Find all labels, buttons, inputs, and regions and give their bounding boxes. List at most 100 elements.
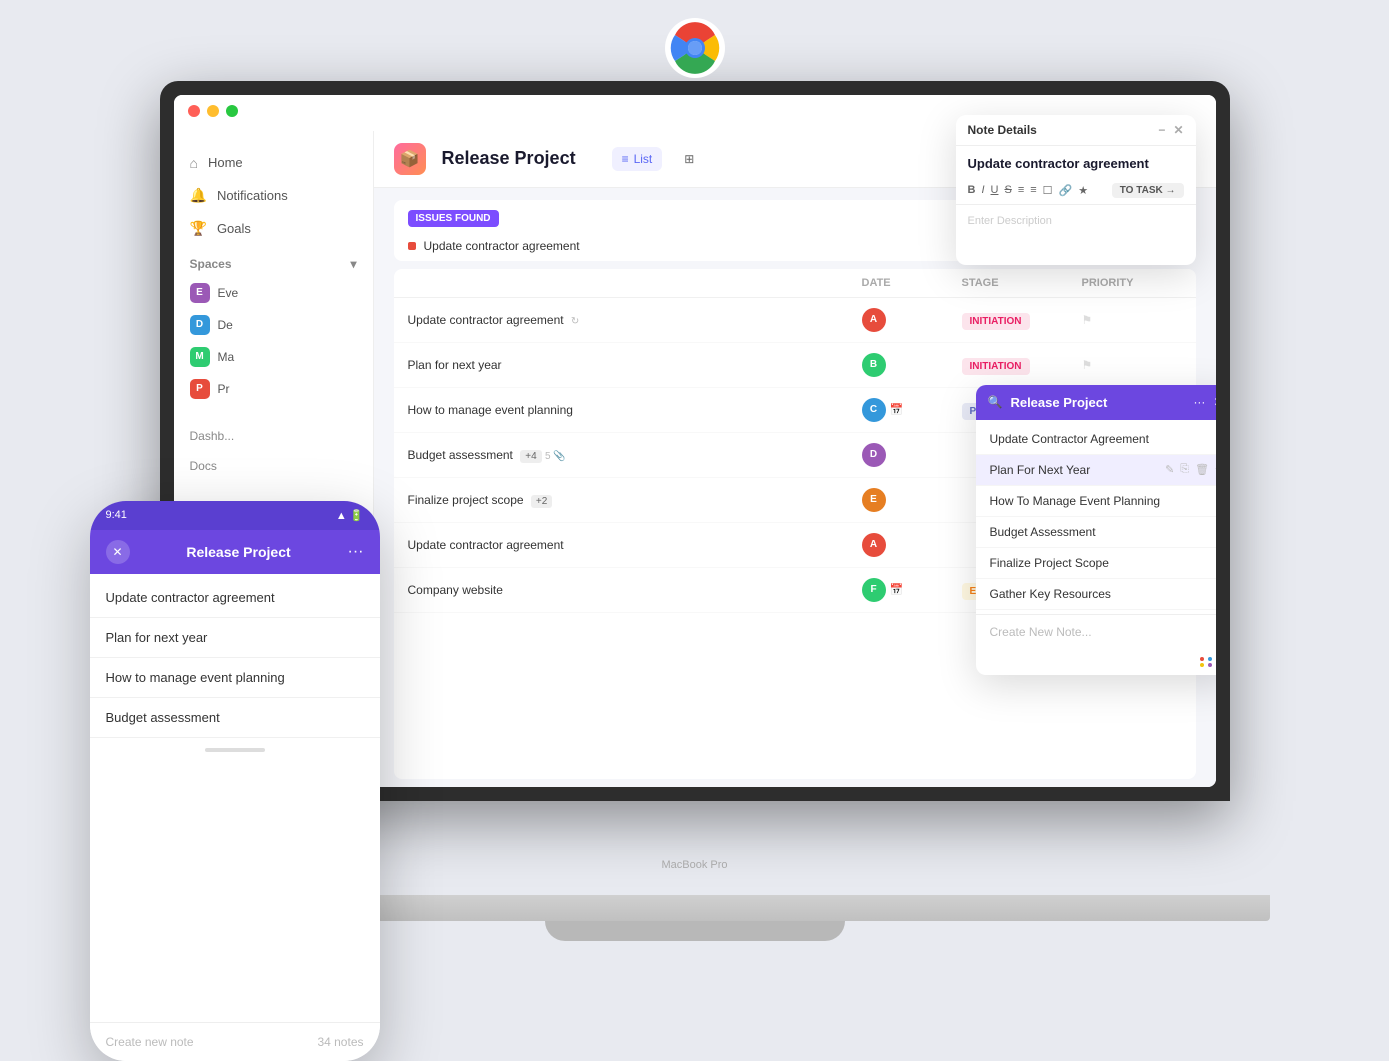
edit-icon[interactable]: ✎ bbox=[1165, 463, 1174, 476]
table-row[interactable]: Plan for next year B INITIATION ⚑ bbox=[394, 343, 1196, 388]
to-task-btn[interactable]: TO TASK → bbox=[1112, 183, 1184, 198]
phone-note-text-1: Plan for next year bbox=[106, 630, 208, 645]
avatar-1: A bbox=[862, 308, 886, 332]
task-name-1: Update contractor agreement ↻ bbox=[408, 313, 862, 327]
col-priority: PRIORITY bbox=[1082, 277, 1182, 289]
italic-btn[interactable]: I bbox=[981, 184, 984, 196]
dashboard-label: Dashb... bbox=[190, 429, 235, 443]
copy-icon[interactable]: ⎘ bbox=[1180, 463, 1189, 476]
phone-footer: Create new note 34 notes bbox=[90, 1022, 380, 1061]
de-badge: D bbox=[190, 315, 210, 335]
close-btn[interactable]: ✕ bbox=[1173, 123, 1183, 137]
task-name-5: Finalize project scope +2 bbox=[408, 493, 862, 507]
notes-create-area[interactable]: Create New Note... bbox=[976, 614, 1216, 649]
sidebar-item-home[interactable]: ⌂ Home bbox=[174, 147, 373, 179]
notes-item-3[interactable]: Budget Assessment bbox=[976, 517, 1216, 548]
create-note-placeholder: Create New Note... bbox=[990, 625, 1092, 639]
spaces-header: Spaces ▾ bbox=[174, 245, 373, 277]
avatar-7: F bbox=[862, 578, 886, 602]
dot-red bbox=[1200, 657, 1204, 661]
sidebar-item-pr[interactable]: P Pr bbox=[174, 373, 373, 405]
issue-text: Update contractor agreement bbox=[424, 239, 580, 253]
sidebar-item-ma[interactable]: M Ma bbox=[174, 341, 373, 373]
calendar-icon-3: 📅 bbox=[890, 403, 904, 416]
dot-yellow bbox=[1200, 663, 1204, 667]
phone-more-btn[interactable]: ··· bbox=[348, 543, 364, 561]
tab-list[interactable]: ≡ List bbox=[612, 147, 663, 171]
phone-status-bar: 9:41 ▲ 🔋 bbox=[90, 501, 380, 530]
notes-panel-actions: ··· ✕ bbox=[1193, 395, 1215, 409]
stage-badge-1: INITIATION bbox=[962, 313, 1030, 330]
sidebar-item-de[interactable]: D De bbox=[174, 309, 373, 341]
notes-search-icon[interactable]: 🔍 bbox=[988, 395, 1003, 409]
notes-more-btn[interactable]: ··· bbox=[1193, 395, 1205, 409]
phone-note-item-2[interactable]: How to manage event planning bbox=[90, 658, 380, 698]
sidebar-item-notifications[interactable]: 🔔 Notifications bbox=[174, 179, 373, 212]
link-btn[interactable]: 🔗 bbox=[1059, 184, 1073, 197]
notes-panel: 🔍 Release Project ··· ✕ Update Contracto… bbox=[976, 385, 1216, 675]
trophy-icon: 🏆 bbox=[190, 220, 207, 237]
notes-footer bbox=[976, 649, 1216, 675]
traffic-light-yellow[interactable] bbox=[207, 105, 219, 117]
notes-item-1[interactable]: Plan For Next Year ✎ ⎘ 🗑 + bbox=[976, 455, 1216, 486]
note-popup-actions: − ✕ bbox=[1158, 123, 1183, 137]
sidebar-item-eve[interactable]: E Eve bbox=[174, 277, 373, 309]
phone-note-item-0[interactable]: Update contractor agreement bbox=[90, 578, 380, 618]
phone-notes-count: 34 notes bbox=[317, 1035, 363, 1049]
ordered-btn[interactable]: ≡ bbox=[1030, 184, 1036, 196]
traffic-light-red[interactable] bbox=[188, 105, 200, 117]
notes-item-text-4: Finalize Project Scope bbox=[990, 556, 1109, 570]
underline-btn[interactable]: U bbox=[991, 184, 999, 196]
table-row[interactable]: Update contractor agreement ↻ A INITIATI… bbox=[394, 298, 1196, 343]
phone-project-title: Release Project bbox=[186, 544, 290, 560]
col-stage: STAGE bbox=[962, 277, 1082, 289]
bold-btn[interactable]: B bbox=[968, 184, 976, 196]
checkbox-btn[interactable]: ☐ bbox=[1043, 184, 1053, 197]
bullet-btn[interactable]: ≡ bbox=[1018, 184, 1024, 196]
note-popup-title-label: Note Details bbox=[968, 123, 1037, 137]
list-icon: ≡ bbox=[622, 152, 629, 166]
notes-panel-header: 🔍 Release Project ··· ✕ bbox=[976, 385, 1216, 420]
sidebar-space-ma-label: Ma bbox=[218, 350, 235, 364]
notes-item-2[interactable]: How To Manage Event Planning bbox=[976, 486, 1216, 517]
phone-note-item-1[interactable]: Plan for next year bbox=[90, 618, 380, 658]
bell-icon: 🔔 bbox=[190, 187, 207, 204]
notes-item-text-2: How To Manage Event Planning bbox=[990, 494, 1161, 508]
phone-footer-placeholder[interactable]: Create new note bbox=[106, 1035, 194, 1049]
tab-board[interactable]: ⊞ bbox=[674, 147, 704, 171]
sidebar-space-pr-label: Pr bbox=[218, 382, 230, 396]
sidebar-item-docs[interactable]: Docs bbox=[174, 451, 373, 481]
avatar-4: D bbox=[862, 443, 886, 467]
phone-note-item-3[interactable]: Budget assessment bbox=[90, 698, 380, 738]
board-icon: ⊞ bbox=[684, 152, 694, 166]
dot-blue bbox=[1208, 657, 1212, 661]
pr-badge: P bbox=[190, 379, 210, 399]
phone-close-btn[interactable]: ✕ bbox=[106, 540, 130, 564]
notes-item-0[interactable]: Update Contractor Agreement bbox=[976, 424, 1216, 455]
note-description[interactable]: Enter Description bbox=[956, 205, 1196, 265]
project-title: Release Project bbox=[442, 148, 576, 169]
sidebar-item-dashboard[interactable]: Dashb... bbox=[174, 421, 373, 451]
traffic-light-green[interactable] bbox=[226, 105, 238, 117]
flag-icon-1: ⚑ bbox=[1082, 313, 1093, 327]
issues-badge: ISSUES FOUND bbox=[408, 210, 499, 227]
mobile-phone: 9:41 ▲ 🔋 ✕ Release Project ··· Update co… bbox=[90, 501, 380, 1061]
dot-purple bbox=[1208, 663, 1212, 667]
sidebar-item-goals[interactable]: 🏆 Goals bbox=[174, 212, 373, 245]
docs-label: Docs bbox=[190, 459, 217, 473]
note-popup-header: Note Details − ✕ bbox=[956, 115, 1196, 146]
strikethrough-btn[interactable]: S bbox=[1004, 184, 1011, 196]
star-btn[interactable]: ★ bbox=[1078, 184, 1088, 197]
phone-handle bbox=[205, 748, 265, 752]
spaces-label: Spaces bbox=[190, 257, 232, 271]
view-tabs: ≡ List ⊞ bbox=[612, 147, 705, 171]
dots-grid bbox=[1200, 657, 1216, 667]
delete-icon[interactable]: 🗑 bbox=[1195, 463, 1209, 476]
minimize-btn[interactable]: − bbox=[1158, 123, 1165, 137]
notes-item-4[interactable]: Finalize Project Scope bbox=[976, 548, 1216, 579]
note-toolbar: B I U S ≡ ≡ ☐ 🔗 ★ TO TASK → bbox=[956, 177, 1196, 205]
notes-close-btn[interactable]: ✕ bbox=[1213, 395, 1215, 409]
notes-item-5[interactable]: Gather Key Resources bbox=[976, 579, 1216, 610]
phone-note-text-2: How to manage event planning bbox=[106, 670, 285, 685]
sidebar-label-home: Home bbox=[208, 155, 243, 170]
